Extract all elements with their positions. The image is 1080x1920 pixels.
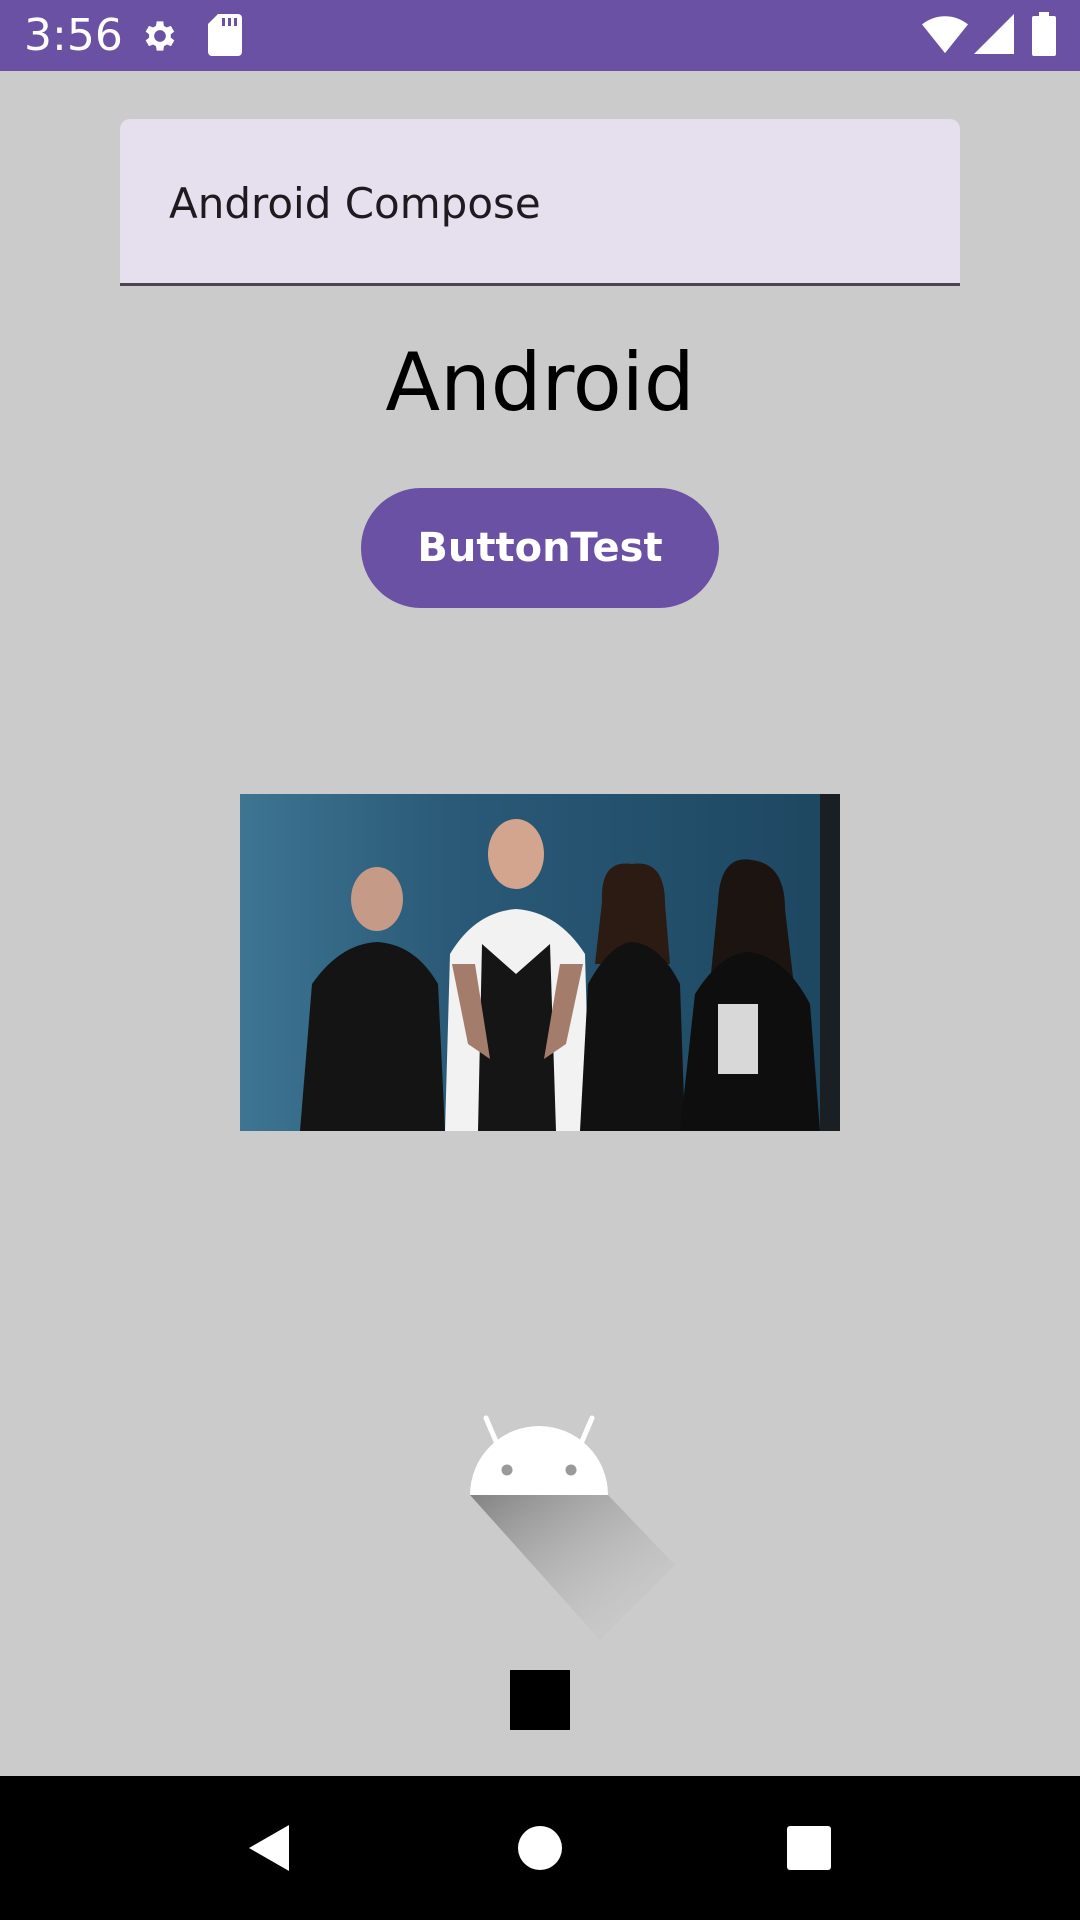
text-input-value: Android Compose: [169, 179, 541, 228]
home-icon[interactable]: [490, 1798, 590, 1898]
band-photo: [240, 794, 840, 1131]
text-input-field[interactable]: Android Compose: [120, 119, 960, 286]
back-icon[interactable]: [219, 1798, 319, 1898]
status-time: 3:56: [24, 10, 123, 61]
app-screen: 3:56 Android Compose Android ButtonTest: [0, 0, 1080, 1920]
recents-icon[interactable]: [759, 1798, 859, 1898]
sd-card-icon: [208, 14, 242, 56]
cell-signal-icon: [974, 14, 1014, 54]
button-test[interactable]: ButtonTest: [361, 488, 719, 608]
navigation-bar: [0, 1776, 1080, 1920]
wifi-icon: [922, 16, 968, 54]
greeting-text: Android: [385, 336, 695, 429]
black-box: [510, 1670, 570, 1730]
status-bar: 3:56: [0, 0, 1080, 71]
battery-icon: [1032, 12, 1056, 56]
gear-icon: [145, 21, 175, 51]
android-logo-icon: [440, 1400, 680, 1640]
